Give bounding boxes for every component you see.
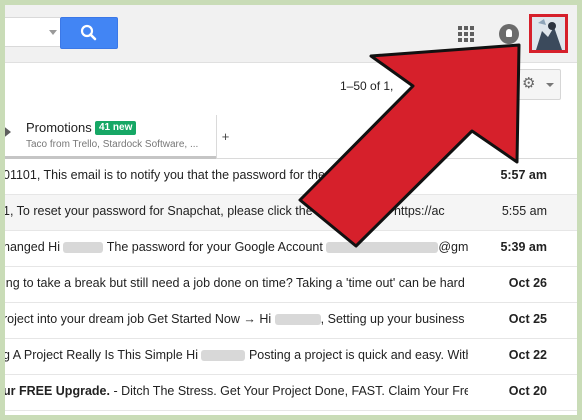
email-subject: ing to take a break but still need a job… bbox=[5, 276, 468, 290]
search-icon bbox=[80, 24, 97, 41]
email-time: Oct 22 bbox=[508, 348, 547, 362]
email-subject: g A Project Really Is This Simple Hi Pos… bbox=[5, 348, 468, 362]
search-button[interactable] bbox=[60, 17, 118, 49]
notifications-icon[interactable] bbox=[499, 24, 519, 44]
add-tab-button[interactable]: + bbox=[216, 115, 234, 158]
email-time: Oct 26 bbox=[508, 276, 547, 290]
email-row[interactable]: roject into your dream job Get Started N… bbox=[5, 303, 577, 339]
email-time: Oct 20 bbox=[508, 384, 547, 398]
apps-grid-icon[interactable] bbox=[458, 26, 474, 42]
redacted-name bbox=[201, 350, 246, 362]
email-subject: ur FREE Upgrade. - Ditch The Stress. Get… bbox=[5, 384, 468, 398]
redacted-name bbox=[63, 242, 104, 254]
email-subject: roject into your dream job Get Started N… bbox=[5, 312, 468, 326]
settings-button[interactable]: ⚙ bbox=[513, 69, 561, 100]
pagination-text: 1–50 of 1, bbox=[340, 79, 394, 93]
email-row[interactable]: hanged Hi The password for your Google A… bbox=[5, 231, 577, 267]
top-bar bbox=[5, 5, 577, 63]
chevron-down-icon bbox=[546, 83, 554, 87]
email-time: 5:57 am bbox=[500, 168, 547, 182]
category-tabs: Promotions 41 new Taco from Trello, Star… bbox=[5, 115, 577, 159]
tab-label: Promotions bbox=[26, 120, 92, 135]
tab-promotions[interactable]: Promotions 41 new Taco from Trello, Star… bbox=[5, 115, 216, 159]
email-time: 5:39 am bbox=[500, 240, 547, 254]
gear-icon: ⚙ bbox=[522, 75, 536, 92]
email-list: 01101, This email is to notify you that … bbox=[5, 159, 577, 411]
profile-avatar[interactable] bbox=[529, 14, 568, 53]
new-count-badge: 41 new bbox=[95, 121, 137, 135]
email-row[interactable]: 1, To reset your password for Snapchat, … bbox=[5, 195, 577, 231]
email-subject: 01101, This email is to notify you that … bbox=[5, 168, 344, 182]
search-options-chevron-icon[interactable] bbox=[49, 30, 57, 35]
redacted-name bbox=[274, 314, 321, 326]
email-subject: hanged Hi The password for your Google A… bbox=[5, 240, 468, 254]
email-time: 5:55 am bbox=[501, 204, 547, 218]
email-row[interactable]: ur FREE Upgrade. - Ditch The Stress. Get… bbox=[5, 375, 577, 411]
avatar-image bbox=[532, 17, 565, 50]
email-row[interactable]: 01101, This email is to notify you that … bbox=[5, 159, 577, 195]
email-subject: 1, To reset your password for Snapchat, … bbox=[5, 204, 445, 218]
tab-snippet: Taco from Trello, Stardock Software, ... bbox=[26, 139, 199, 150]
redacted-email bbox=[326, 242, 439, 254]
tag-icon bbox=[5, 124, 11, 140]
email-row[interactable]: g A Project Really Is This Simple Hi Pos… bbox=[5, 339, 577, 375]
email-time: Oct 25 bbox=[508, 312, 547, 326]
email-row[interactable]: ing to take a break but still need a job… bbox=[5, 267, 577, 303]
gmail-window: 1–50 of 1, ⚙ Promotions 41 new Taco from… bbox=[5, 5, 577, 415]
